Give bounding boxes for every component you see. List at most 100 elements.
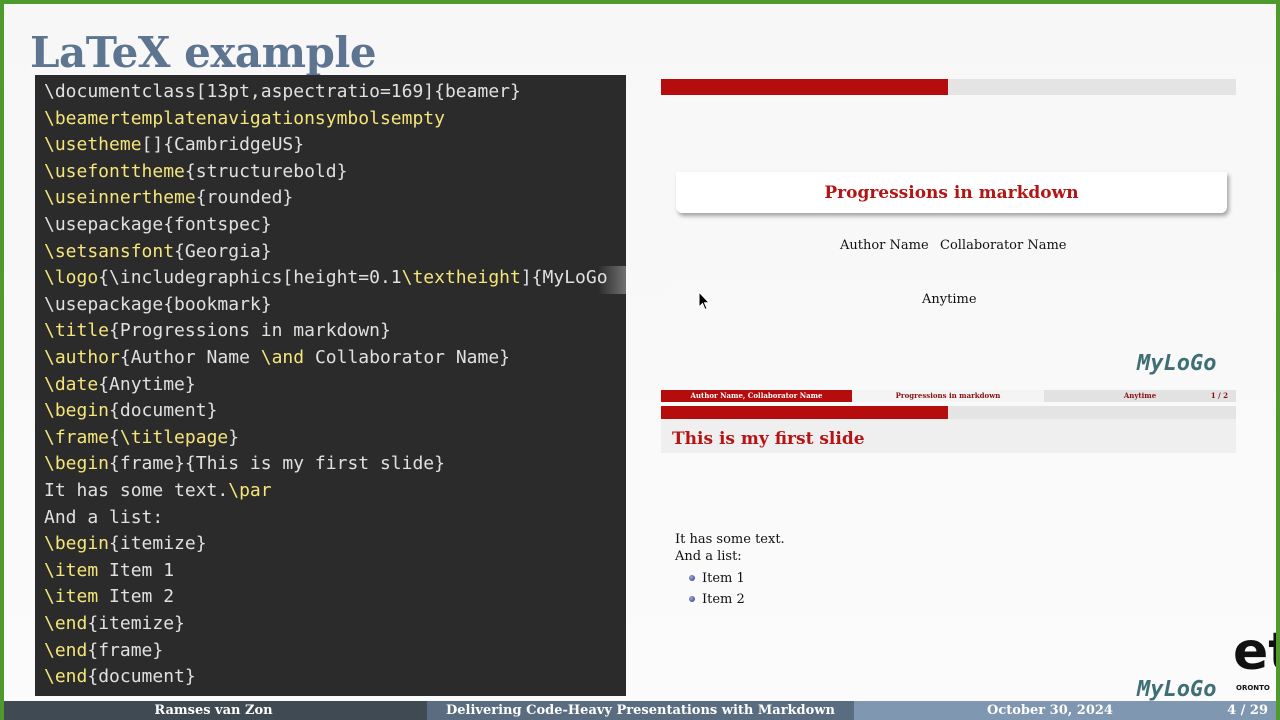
code-keyword: \useinnertheme <box>44 187 196 209</box>
code-line: \documentclass[13pt,aspectratio=169]{bea… <box>44 79 521 105</box>
bullet-icon <box>689 596 695 602</box>
code-text: {itemize} <box>109 533 207 555</box>
code-keyword: \textheight <box>401 267 521 289</box>
code-line: \begin{itemize} <box>44 531 207 557</box>
slide-title: LaTeX example <box>30 28 377 77</box>
code-keyword: \usetheme <box>44 134 142 156</box>
code-line: And a list: <box>44 505 163 531</box>
code-text: {Anytime} <box>98 373 196 395</box>
code-keyword: \setsansfont <box>44 240 175 262</box>
code-text: \usepackage{fontspec} <box>44 214 272 235</box>
code-line: \usefonttheme{structurebold} <box>44 159 347 185</box>
code-text: {frame} <box>87 639 164 661</box>
headline-red-bar <box>661 79 948 95</box>
footline-date: Anytime <box>1123 391 1157 400</box>
code-text: ]{MyLoGo <box>520 267 608 289</box>
code-text: {frame}{This is my first slide} <box>109 453 445 475</box>
footline-authors: Author Name, Collaborator Name <box>661 390 852 402</box>
footer-page-number: 4 / 29 <box>1227 703 1268 718</box>
preview-title: Progressions in markdown <box>824 182 1079 203</box>
code-line: It has some text.\par <box>44 478 272 504</box>
code-text: {itemize} <box>87 613 185 634</box>
code-keyword: \end <box>44 613 88 634</box>
code-keyword: \beamertemplatenavigationsymbolsempty <box>44 107 445 129</box>
footer-talk-title: Delivering Code-Heavy Presentations with… <box>427 701 854 720</box>
code-keyword: \titlepage <box>119 426 229 448</box>
preview-author: Author Name <box>840 238 929 253</box>
code-line: \item Item 1 <box>44 558 174 584</box>
footline-title: Progressions in markdown <box>852 390 1044 402</box>
code-keyword: \item <box>44 559 99 581</box>
code-keyword: \and <box>260 347 305 368</box>
code-line: \beamertemplatenavigationsymbolsempty <box>44 106 445 132</box>
code-keyword: \end <box>44 639 88 661</box>
code-line: \author{Author Name \and Collaborator Na… <box>44 345 510 371</box>
university-logo-subtext: ORONTO <box>1236 684 1270 692</box>
code-line: \end{itemize} <box>44 611 185 637</box>
code-line: \usetheme[]{CambridgeUS} <box>44 132 304 158</box>
frame-headline-red-bar <box>661 406 948 420</box>
presentation-footer: Ramses van Zon Delivering Code-Heavy Pre… <box>0 701 1280 720</box>
code-keyword: \begin <box>44 400 110 422</box>
preview-title-box: Progressions in markdown <box>676 172 1227 213</box>
headline-gray-bar <box>948 79 1236 95</box>
code-line: \date{Anytime} <box>44 372 196 398</box>
code-text: \documentclass[13pt,aspectratio=169]{bea… <box>44 81 521 102</box>
code-keyword: \frame <box>44 426 110 448</box>
code-line: \logo{\includegraphics[height=0.1\texthe… <box>44 265 608 291</box>
code-text: Item 1 <box>98 559 175 581</box>
code-keyword: \usefonttheme <box>44 160 185 182</box>
code-text: {\includegraphics[height=0.1 <box>98 267 402 289</box>
mylogo-logo-bottom: MyLoGo <box>1137 677 1217 702</box>
code-text: {Author Name <box>119 347 261 368</box>
code-keyword: \logo <box>44 267 99 289</box>
footline-page: 1 / 2 <box>1210 391 1228 400</box>
footer-right: October 30, 2024 4 / 29 <box>854 701 1280 720</box>
frame-list-item-2: Item 2 <box>702 592 745 607</box>
footer-presenter: Ramses van Zon <box>0 701 427 720</box>
code-line: \usepackage{bookmark} <box>44 292 272 318</box>
code-text: } <box>228 426 240 448</box>
code-text: Item 2 <box>98 586 175 608</box>
code-text: {Georgia} <box>174 240 272 262</box>
university-logo-fragment: et <box>1233 622 1280 682</box>
code-line: \usepackage{fontspec} <box>44 212 272 238</box>
bullet-icon <box>689 575 695 581</box>
code-keyword: \begin <box>44 533 110 555</box>
code-text: {structurebold} <box>184 160 348 182</box>
code-line: \useinnertheme{rounded} <box>44 185 293 211</box>
code-text: {Progressions in markdown} <box>109 320 391 342</box>
code-text: \usepackage{bookmark} <box>44 293 272 315</box>
mouse-cursor-icon <box>698 291 710 311</box>
mylogo-logo: MyLoGo <box>1137 351 1217 376</box>
footline-date-area: Anytime 1 / 2 <box>1044 390 1236 402</box>
code-keyword: \date <box>44 373 99 395</box>
code-keyword: \author <box>44 347 120 368</box>
code-line: \begin{document} <box>44 398 217 424</box>
frame-list-item-1: Item 1 <box>702 571 745 586</box>
preview-footline: Author Name, Collaborator Name Progressi… <box>661 390 1236 402</box>
frame-headline-gray-bar <box>948 406 1236 420</box>
code-keyword: \par <box>228 480 272 501</box>
code-text: []{CambridgeUS} <box>141 134 305 156</box>
code-text: {document} <box>109 400 218 422</box>
code-text: Collaborator Name} <box>304 347 511 368</box>
code-text: {document} <box>87 666 196 688</box>
code-overflow-fade <box>598 266 668 294</box>
code-keyword: \end <box>44 666 88 688</box>
code-line: \setsansfont{Georgia} <box>44 239 272 265</box>
code-line: \title{Progressions in markdown} <box>44 318 391 344</box>
code-keyword: \item <box>44 586 99 608</box>
code-keyword: \begin <box>44 453 110 475</box>
code-text: {rounded} <box>195 187 294 209</box>
code-panel: \documentclass[13pt,aspectratio=169]{bea… <box>35 75 626 696</box>
code-line: \end{document} <box>44 664 196 690</box>
code-line: \item Item 2 <box>44 584 174 610</box>
code-line: \frame{\titlepage} <box>44 425 239 451</box>
code-text: And a list: <box>44 506 164 528</box>
code-text: It has some text. <box>44 480 229 501</box>
code-line: \begin{frame}{This is my first slide} <box>44 451 445 477</box>
frame-text-line-1: It has some text. <box>675 532 785 547</box>
preview-collaborator: Collaborator Name <box>940 238 1067 253</box>
frame-title: This is my first slide <box>672 429 865 449</box>
